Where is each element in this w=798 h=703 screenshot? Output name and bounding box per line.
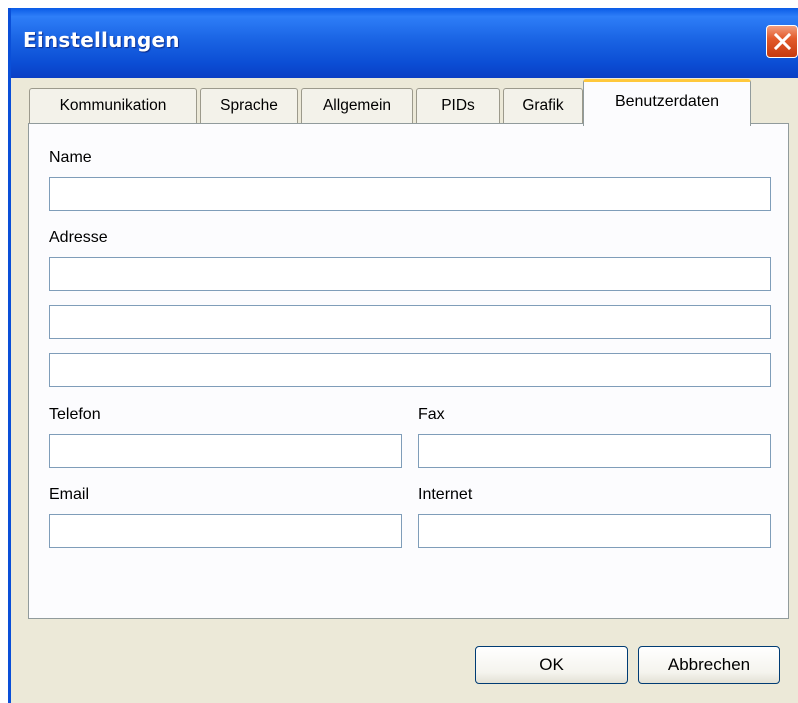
cancel-button[interactable]: Abbrechen xyxy=(638,646,780,684)
internet-label: Internet xyxy=(418,486,473,503)
address-label: Adresse xyxy=(49,229,108,246)
settings-dialog: Einstellungen Kommunikation Sprache Allg… xyxy=(8,8,798,703)
fax-field[interactable] xyxy=(418,434,771,468)
phone-label: Telefon xyxy=(49,406,101,423)
tab-grafik[interactable]: Grafik xyxy=(503,88,583,124)
address-line-3-field[interactable] xyxy=(49,353,771,387)
address-line-1-field[interactable] xyxy=(49,257,771,291)
email-field[interactable] xyxy=(49,514,402,548)
tab-allgemein[interactable]: Allgemein xyxy=(301,88,413,124)
tab-pids[interactable]: PIDs xyxy=(416,88,500,124)
internet-field[interactable] xyxy=(418,514,771,548)
email-label: Email xyxy=(49,486,90,503)
fax-label: Fax xyxy=(418,406,445,423)
tab-kommunikation[interactable]: Kommunikation xyxy=(29,88,197,124)
tab-panel-benutzerdaten: Name Adresse Telefon Fax Email Internet xyxy=(28,123,789,619)
name-label: Name xyxy=(49,149,92,166)
title-bar[interactable]: Einstellungen xyxy=(11,8,798,78)
phone-field[interactable] xyxy=(49,434,402,468)
tab-benutzerdaten[interactable]: Benutzerdaten xyxy=(583,79,751,126)
window-title: Einstellungen xyxy=(23,28,180,52)
tab-sprache[interactable]: Sprache xyxy=(200,88,298,124)
close-button[interactable] xyxy=(766,25,798,58)
name-field[interactable] xyxy=(49,177,771,211)
address-line-2-field[interactable] xyxy=(49,305,771,339)
close-icon xyxy=(773,32,792,51)
ok-button[interactable]: OK xyxy=(475,646,628,684)
